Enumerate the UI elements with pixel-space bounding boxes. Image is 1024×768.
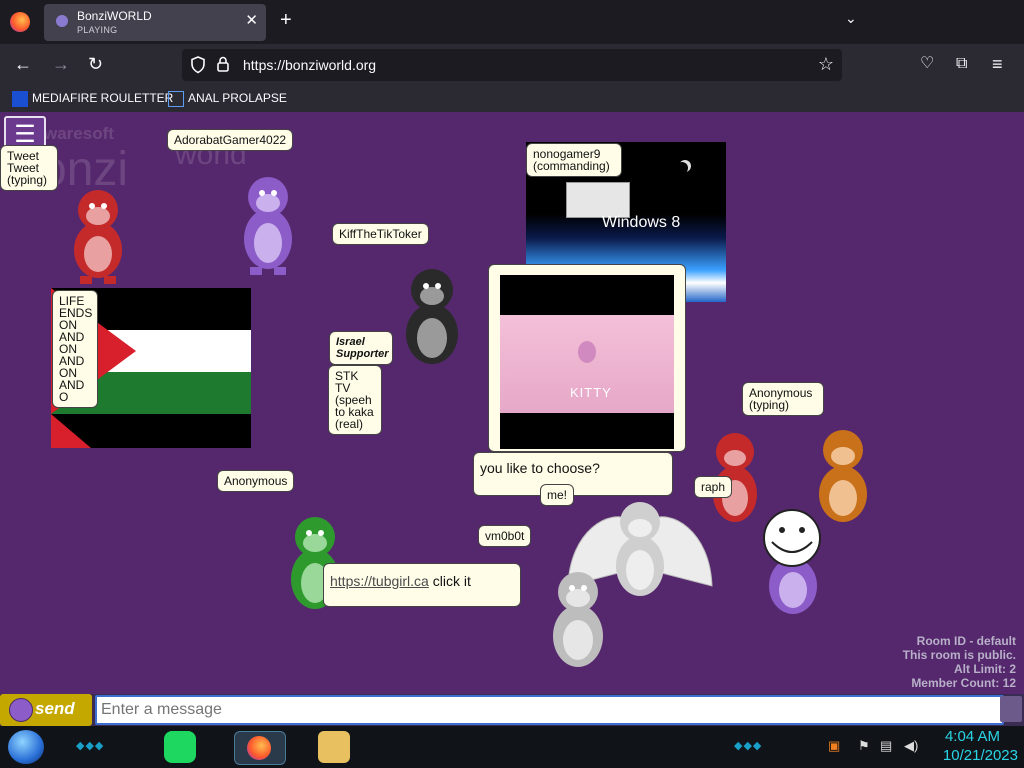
shield-icon[interactable] bbox=[190, 56, 206, 74]
start-orb-icon[interactable] bbox=[8, 730, 44, 764]
lock-icon[interactable] bbox=[216, 55, 230, 73]
bookmark-mediafire[interactable]: MEDIAFIRE ROULETTER bbox=[12, 91, 173, 107]
browser-tab-bar: BonziWORLD PLAYING ✕ + ⌄ bbox=[0, 0, 1024, 44]
file-explorer-icon[interactable] bbox=[318, 731, 350, 763]
bubble-anon: Anonymous bbox=[217, 470, 295, 492]
forward-icon[interactable]: → bbox=[52, 54, 70, 74]
close-tab-icon[interactable]: ✕ bbox=[245, 11, 258, 29]
new-tab-icon[interactable]: + bbox=[280, 9, 292, 32]
bubble-raph: raph bbox=[694, 476, 733, 498]
bookmark-star-icon[interactable]: ☆ bbox=[818, 54, 834, 75]
bookmark-label: ANAL PROLAPSE bbox=[188, 91, 287, 106]
browser-nav-bar: ← → ↻ https://bonziworld.org ☆ ♡ ⧉ ≡ bbox=[0, 44, 1024, 86]
bonzi-black-character[interactable] bbox=[390, 260, 474, 375]
moon-icon bbox=[676, 162, 688, 174]
room-id-text: Room ID - default bbox=[916, 634, 1016, 648]
url-bar[interactable]: https://bonziworld.org ☆ bbox=[182, 49, 842, 81]
tab-title: BonziWORLD bbox=[77, 9, 152, 23]
tray-app-icon[interactable]: ▣ bbox=[828, 738, 840, 754]
member-count-text: Member Count: 12 bbox=[911, 676, 1016, 690]
clock-time[interactable]: 4:04 AM bbox=[945, 728, 1000, 745]
firefox-logo-icon[interactable] bbox=[10, 12, 30, 32]
bubble-adorabat: AdorabatGamer4022 bbox=[167, 129, 294, 151]
bubble-text: click it bbox=[428, 573, 471, 589]
bookmark-label: MEDIAFIRE ROULETTER bbox=[32, 91, 174, 106]
mediafire-icon bbox=[12, 91, 28, 107]
bubble-life: LIFE ENDS ON AND ON AND ON AND O bbox=[52, 290, 98, 408]
extensions-icon[interactable]: ⧉ bbox=[956, 54, 967, 74]
bonzi-favicon-icon bbox=[56, 15, 68, 27]
tab-bonziworld[interactable]: BonziWORLD PLAYING ✕ bbox=[44, 4, 266, 41]
firefox-logo-icon bbox=[247, 736, 271, 760]
chevron-down-icon[interactable]: ⌄ bbox=[845, 10, 857, 27]
bubble-anon-typing: Anonymous (typing) bbox=[742, 382, 824, 416]
watermark-text: waresoft bbox=[44, 124, 114, 143]
tubgirl-link[interactable]: https://tubgirl.ca bbox=[330, 573, 429, 589]
link-bubble: https://tubgirl.ca click it bbox=[323, 563, 521, 607]
taskbar-decoration: ◆◆◆ bbox=[76, 740, 105, 752]
firefox-taskbar-icon[interactable] bbox=[234, 731, 286, 765]
volume-icon[interactable]: ◀) bbox=[904, 738, 918, 754]
reload-icon[interactable]: ↻ bbox=[88, 54, 103, 74]
bubble-nonogamer: nonogamer9 (commanding) bbox=[526, 143, 622, 177]
network-icon[interactable]: ▤ bbox=[880, 738, 892, 754]
bubble-tweet: Tweet Tweet (typing) bbox=[0, 145, 58, 191]
bonzi-gray-character[interactable] bbox=[536, 560, 620, 678]
kitty-character-icon bbox=[578, 341, 596, 363]
room-public-text: This room is public. bbox=[902, 648, 1016, 662]
error-dialog-icon bbox=[566, 182, 630, 218]
chat-side-button[interactable] bbox=[1000, 696, 1022, 722]
bubble-stk: STK TV (speeh to kaka (real) bbox=[328, 365, 382, 435]
alt-limit-text: Alt Limit: 2 bbox=[954, 662, 1016, 676]
clock-date[interactable]: 10/21/2023 bbox=[943, 747, 1018, 764]
url-text[interactable]: https://bonziworld.org bbox=[243, 57, 376, 73]
bonzi-face-icon bbox=[9, 698, 33, 722]
kitty-label: KITTY bbox=[570, 385, 612, 400]
spotify-icon[interactable] bbox=[164, 731, 196, 763]
bonzi-purple-character-troll[interactable] bbox=[756, 508, 830, 620]
video-player[interactable]: KITTY bbox=[500, 275, 674, 449]
bubble-vm0b0t: vm0b0t bbox=[478, 525, 532, 547]
tab-subtitle: PLAYING bbox=[77, 25, 118, 35]
hamburger-menu-icon[interactable]: ≡ bbox=[992, 54, 1003, 74]
sigma-icon bbox=[168, 91, 184, 107]
chat-bar: send bbox=[0, 694, 1024, 726]
bonziworld-room[interactable]: waresoft onzi world ☰ Windows 8 KITTY Tw… bbox=[0, 112, 1024, 694]
windows8-label: Windows 8 bbox=[602, 214, 681, 231]
send-button[interactable]: send bbox=[0, 694, 92, 726]
bubble-me: me! bbox=[540, 484, 575, 506]
flag-icon[interactable]: ⚑ bbox=[858, 738, 870, 754]
bookmark-anal-prolapse[interactable]: ANAL PROLAPSE bbox=[168, 91, 287, 107]
bookmarks-bar: MEDIAFIRE ROULETTER ANAL PROLAPSE bbox=[0, 86, 1024, 112]
bonzi-purple-character[interactable] bbox=[228, 167, 308, 279]
pocket-icon[interactable]: ♡ bbox=[920, 54, 934, 74]
back-icon[interactable]: ← bbox=[14, 54, 32, 74]
message-input[interactable] bbox=[95, 695, 1004, 725]
kitty-video-frame: KITTY bbox=[500, 315, 674, 413]
taskbar-decoration: ◆◆◆ bbox=[734, 740, 763, 752]
room-info: Room ID - default This room is public. A… bbox=[903, 634, 1016, 690]
bubble-kiff: KiffTheTikToker bbox=[332, 223, 429, 245]
taskbar: ◆◆◆ ◆◆◆ ▣ ⚑ ▤ ◀) 4:04 AM 10/21/2023 bbox=[0, 726, 1024, 768]
bonzi-red-character[interactable] bbox=[58, 182, 138, 287]
send-label: send bbox=[35, 699, 75, 718]
video-bubble[interactable]: KITTY bbox=[488, 264, 686, 452]
bubble-israel: Israel Supporter bbox=[329, 331, 393, 365]
